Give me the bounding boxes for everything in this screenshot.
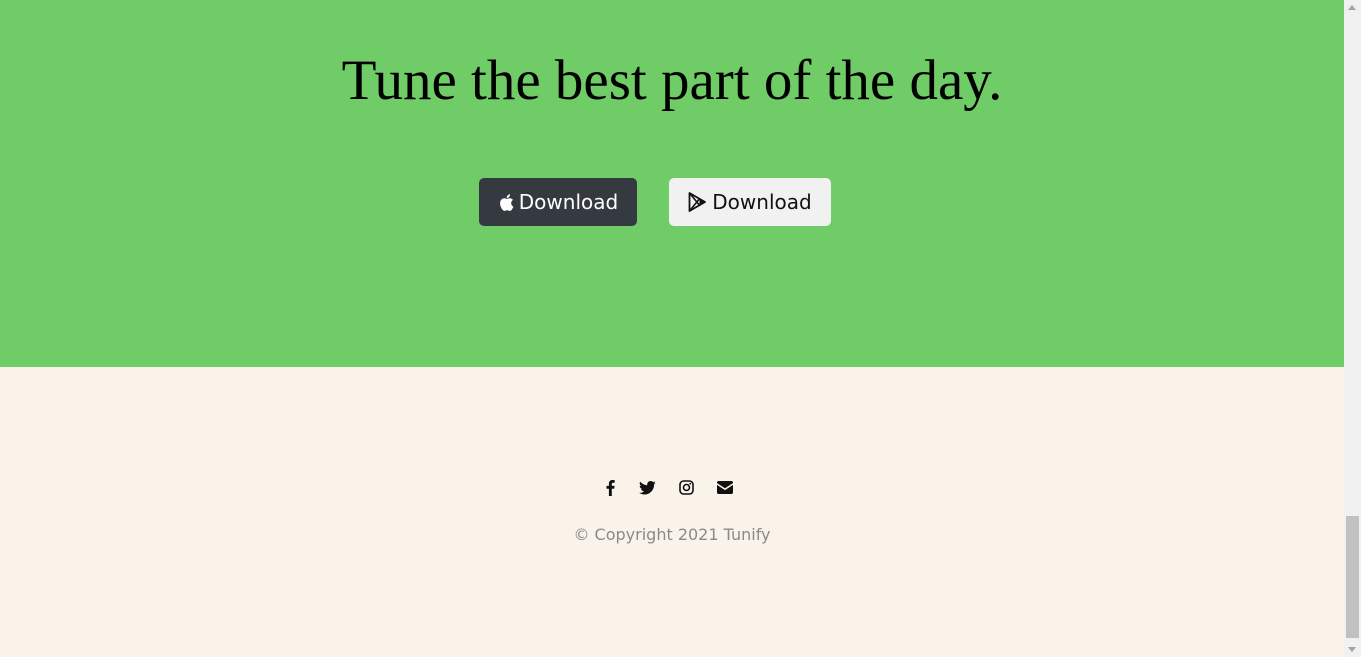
- apple-download-label: Download: [518, 190, 619, 214]
- facebook-link[interactable]: [600, 479, 620, 501]
- apple-icon: [498, 193, 514, 212]
- google-play-download-label: Download: [712, 190, 812, 214]
- cta-heading: Tune the best part of the day.: [341, 49, 1003, 112]
- apple-download-button[interactable]: Download: [479, 178, 637, 226]
- copyright-text: © Copyright 2021 Tunify: [573, 525, 771, 544]
- email-link[interactable]: [715, 480, 735, 500]
- scroll-up-arrow-icon[interactable]: [1348, 5, 1356, 10]
- cta-section: Tune the best part of the day. Download …: [0, 0, 1344, 367]
- google-play-download-button[interactable]: Download: [669, 178, 831, 226]
- social-links: [0, 479, 1344, 501]
- google-play-icon: [688, 192, 707, 212]
- twitter-icon: [638, 480, 656, 500]
- instagram-icon: [678, 480, 694, 500]
- instagram-link[interactable]: [676, 480, 696, 500]
- scroll-thumb[interactable]: [1346, 516, 1359, 638]
- twitter-link[interactable]: [637, 480, 657, 500]
- footer: [0, 367, 1344, 657]
- facebook-icon: [606, 479, 615, 501]
- page: Tune the best part of the day. Download …: [0, 0, 1344, 657]
- vertical-scrollbar[interactable]: [1344, 0, 1361, 657]
- envelope-icon: [717, 481, 733, 499]
- scroll-down-arrow-icon[interactable]: [1348, 647, 1356, 652]
